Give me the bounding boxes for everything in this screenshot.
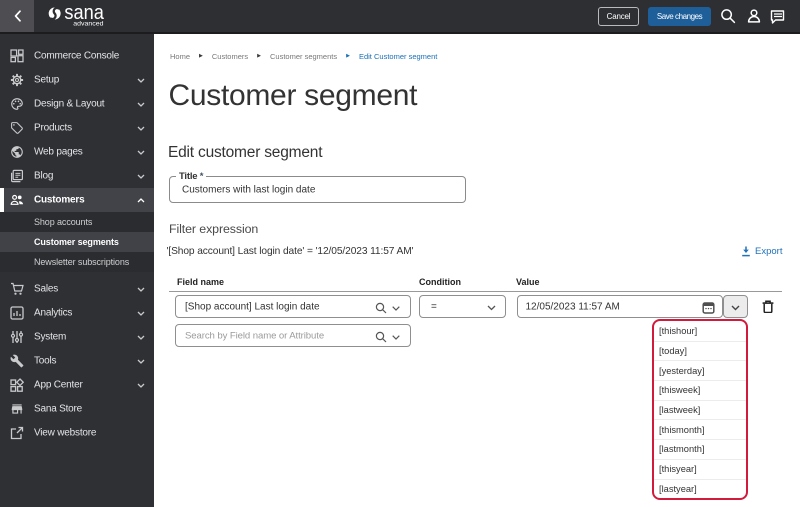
svg-text:advanced: advanced	[73, 21, 103, 27]
